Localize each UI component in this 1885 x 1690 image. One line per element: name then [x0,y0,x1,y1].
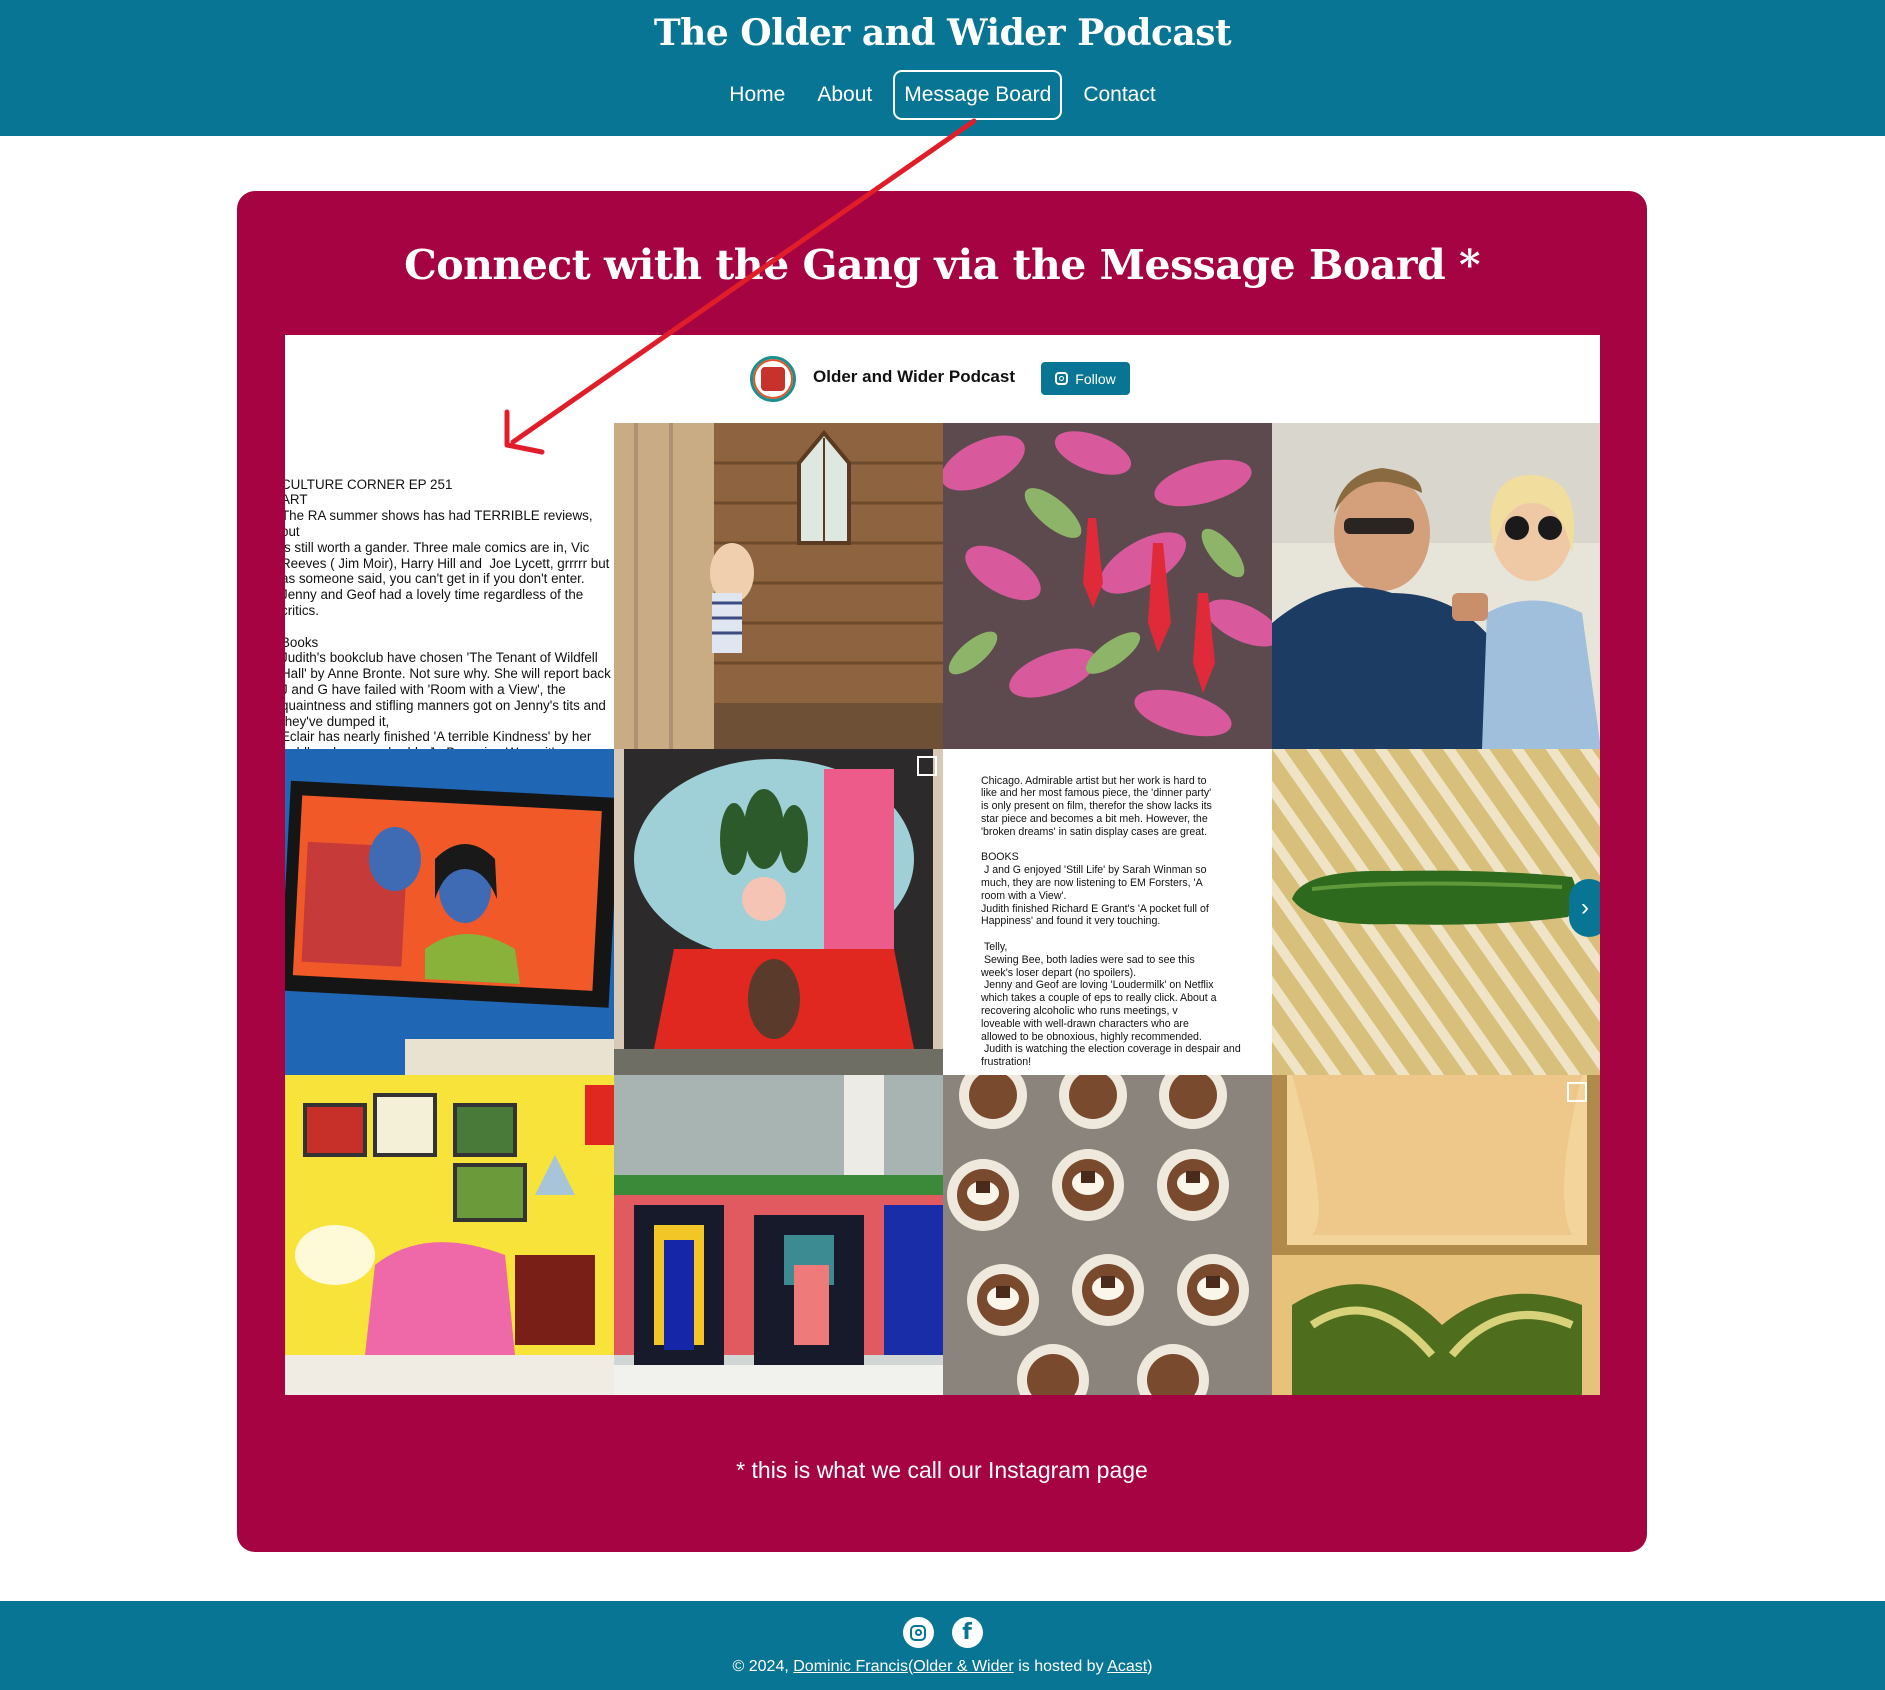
carousel-next-button[interactable]: › [1569,879,1600,937]
post-culture-corner-cont-text: Chicago. Admirable artist but her work i… [981,774,1241,1069]
post-satin-case[interactable] [1272,1075,1600,1395]
cupcakes-image [943,1075,1272,1395]
post-culture-corner[interactable]: CULTURE CORNER EP 251 ART The RA summer … [285,423,614,749]
site-title: The Older and Wider Podcast [653,12,1232,54]
copyright-text: © 2024, [732,1658,789,1675]
card-heading: Connect with the Gang via the Message Bo… [404,241,1480,289]
instagram-link[interactable] [902,1617,934,1648]
framed-painting-image [285,749,614,1075]
post-wooden-shed[interactable] [614,423,943,749]
abstract-cards-image [614,1075,943,1395]
post-framed-painting[interactable] [285,749,614,1075]
hosted-text: is hosted by [1018,1658,1104,1675]
instagram-feed: Older and Wider Podcast Follow CULTURE C… [285,335,1600,1395]
post-mirror-painting[interactable] [614,749,943,1075]
post-vintage-photo[interactable] [1272,423,1600,749]
fuchsia-image [943,423,1272,749]
post-culture-corner-cont[interactable]: Chicago. Admirable artist but her work i… [943,749,1272,1075]
follow-label: Follow [1075,370,1116,387]
author-link[interactable]: Dominic Francis [793,1658,908,1675]
social-links: f [0,1617,1885,1648]
host-link[interactable]: Acast [1107,1658,1147,1675]
satin-case-image [1272,1075,1600,1395]
nav-contact[interactable]: Contact [1072,70,1166,120]
nav-home[interactable]: Home [718,70,796,120]
post-culture-corner-text: CULTURE CORNER EP 251 ART The RA summer … [285,476,611,749]
post-cupcakes[interactable] [943,1075,1272,1395]
facebook-icon: f [962,1620,972,1645]
paren-close: ) [1147,1658,1153,1675]
instagram-icon [910,1624,926,1641]
profile-name[interactable]: Older and Wider Podcast [813,367,1015,387]
follow-button[interactable]: Follow [1041,362,1130,395]
show-link[interactable]: Older & Wider [913,1658,1013,1675]
nav-about[interactable]: About [806,70,883,120]
site-header: The Older and Wider Podcast Home About M… [0,0,1885,136]
site-footer: f © 2024, Dominic Francis(Older & Wider … [0,1601,1885,1690]
profile-avatar[interactable] [750,356,796,402]
feed-header: Older and Wider Podcast Follow [285,335,1600,423]
instagram-icon [1055,372,1069,385]
post-cucumber[interactable]: › [1272,749,1600,1075]
chevron-right-icon: › [1581,894,1589,921]
wooden-shed-image [614,423,943,749]
facebook-link[interactable]: f [951,1617,983,1648]
yellow-interior-image [285,1075,614,1395]
vintage-photo-image [1272,423,1600,749]
cucumber-image [1272,749,1600,1075]
credits: © 2024, Dominic Francis(Older & Wider is… [0,1658,1885,1676]
main-nav: Home About Message Board Contact [0,70,1885,120]
nav-message-board[interactable]: Message Board [893,70,1063,120]
instagram-footnote: * this is what we call our Instagram pag… [736,1457,1148,1483]
post-fuchsia-plant[interactable] [943,423,1272,749]
message-board-card: Connect with the Gang via the Message Bo… [237,191,1647,1552]
mirror-painting-image [614,749,943,1075]
post-abstract-cards[interactable] [614,1075,943,1395]
post-yellow-interior[interactable] [285,1075,614,1395]
post-grid: CULTURE CORNER EP 251 ART The RA summer … [285,423,1600,1395]
